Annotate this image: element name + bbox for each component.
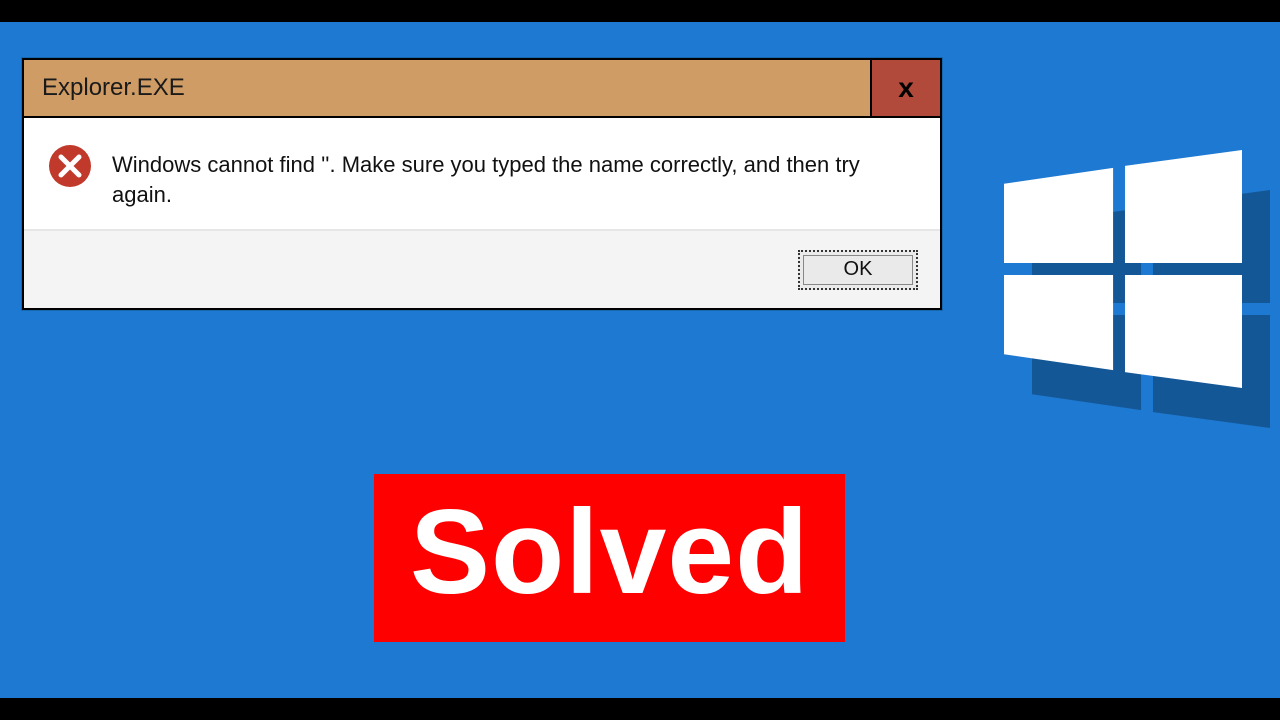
letterbox-top: [0, 0, 1280, 22]
close-button[interactable]: x: [870, 60, 940, 116]
dialog-message: Windows cannot find ''. Make sure you ty…: [112, 144, 916, 209]
letterbox-bottom: [0, 698, 1280, 720]
ok-button-label: OK: [844, 258, 873, 281]
dialog-titlebar[interactable]: Explorer.EXE x: [24, 60, 940, 118]
solved-overlay-label: Solved: [374, 474, 845, 642]
close-icon: x: [898, 72, 914, 104]
ok-button[interactable]: OK: [798, 250, 918, 290]
dialog-body: Windows cannot find ''. Make sure you ty…: [24, 118, 940, 230]
error-icon: [48, 144, 92, 188]
error-dialog: Explorer.EXE x Windows cannot find ''. M…: [22, 58, 942, 310]
desktop-background: Explorer.EXE x Windows cannot find ''. M…: [0, 0, 1280, 720]
dialog-footer: OK: [24, 230, 940, 308]
dialog-title: Explorer.EXE: [24, 60, 870, 116]
windows-logo-icon: [1004, 150, 1242, 388]
